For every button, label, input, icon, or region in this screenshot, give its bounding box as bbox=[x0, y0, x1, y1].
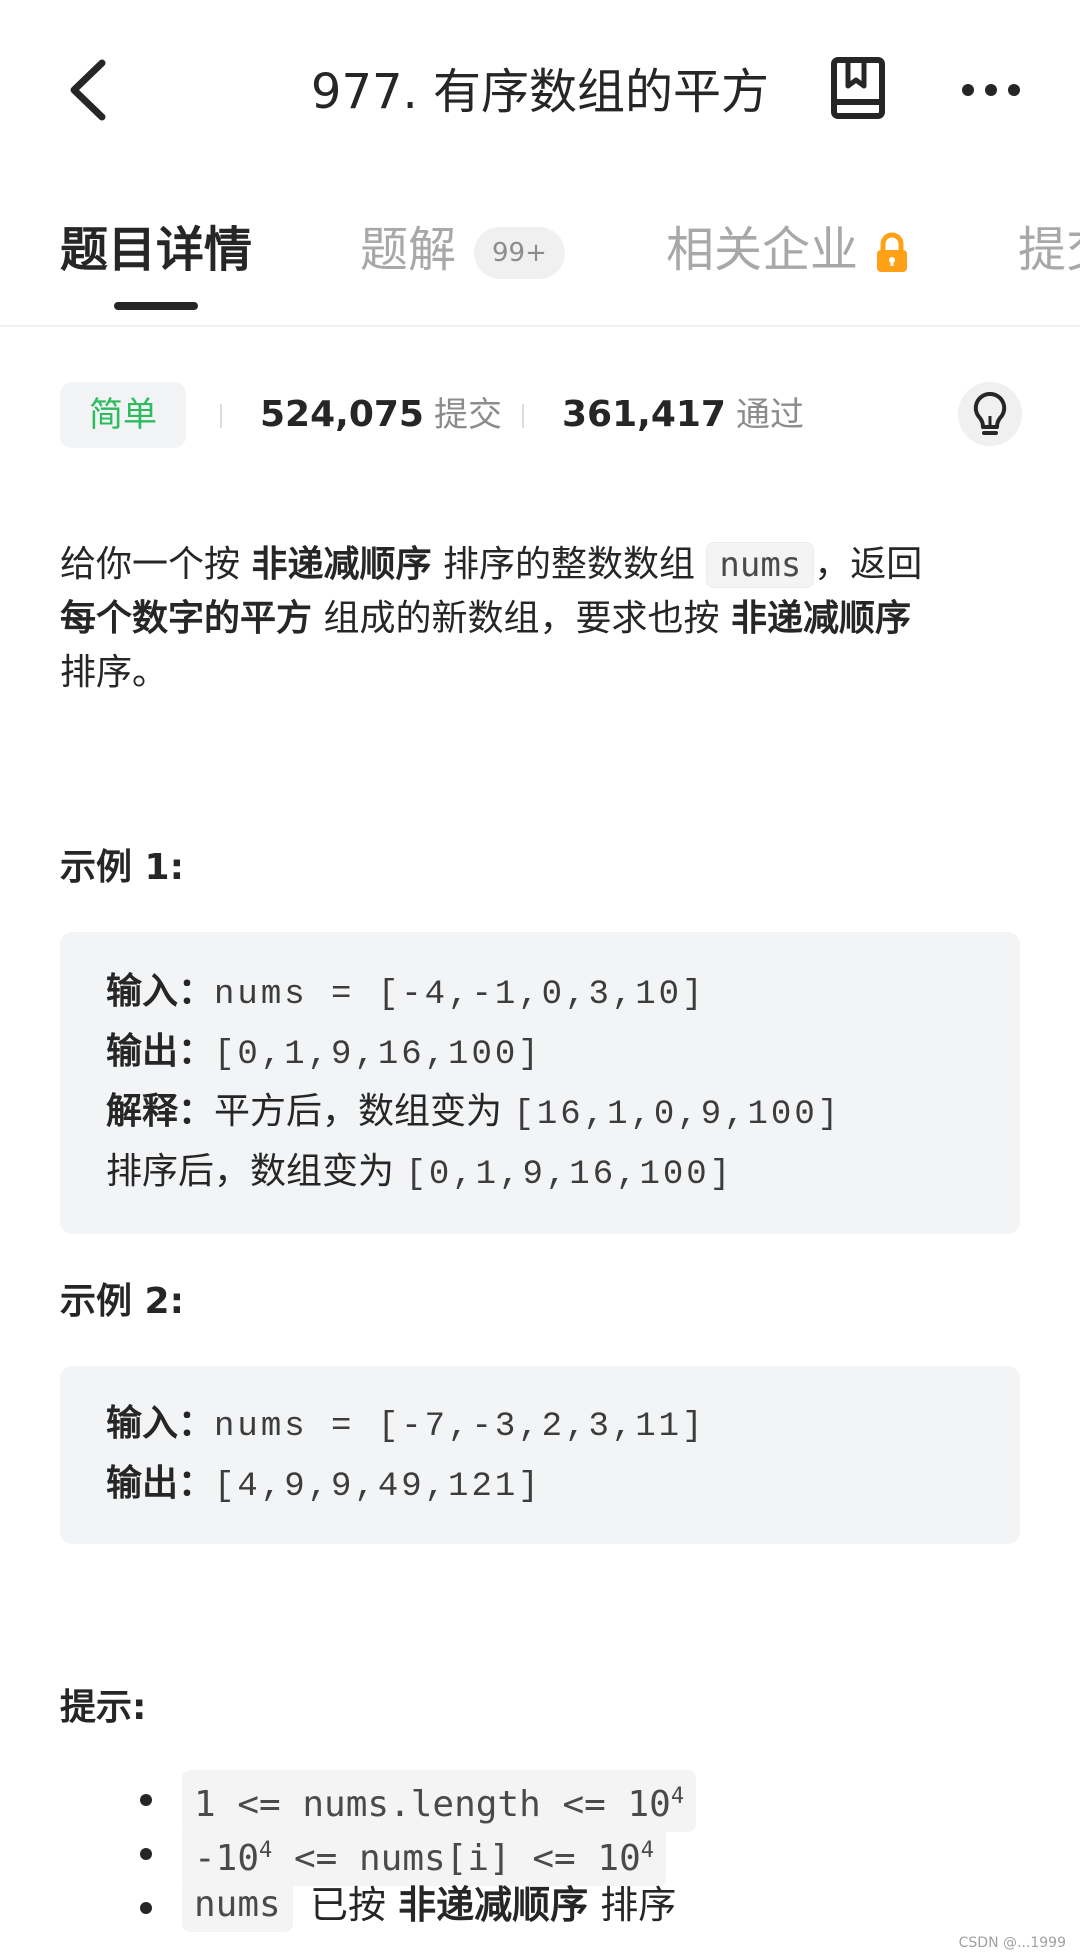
bullet-dot bbox=[140, 1848, 152, 1860]
bullet-dot bbox=[140, 1794, 152, 1806]
tab-bar: 题目详情 题解99+ 相关企业 提交 bbox=[0, 200, 1080, 327]
lock-icon bbox=[877, 232, 908, 272]
example-2-output: 输出：[4,9,9,49,121] bbox=[106, 1463, 542, 1506]
divider bbox=[220, 404, 222, 428]
constraint-text: 已按 非递减顺序 排序 bbox=[310, 1883, 677, 1927]
hint-button[interactable] bbox=[958, 382, 1022, 446]
solutions-count-badge: 99+ bbox=[474, 227, 565, 279]
constraints-title: 提示: bbox=[60, 1687, 147, 1728]
more-options-button[interactable] bbox=[958, 70, 1024, 110]
example-2-input: 输入：nums = [-7,-3,2,3,11] bbox=[106, 1403, 706, 1446]
accepted-count: 361,417 通过 bbox=[562, 394, 804, 435]
watermark: CSDN @...1999 bbox=[958, 1935, 1066, 1951]
example-1-input: 输入：nums = [-4,-1,0,3,10] bbox=[106, 971, 706, 1014]
example-1-title: 示例 1: bbox=[60, 847, 184, 888]
example-1-explanation-2: 排序后，数组变为 [0,1,9,16,100] bbox=[106, 1151, 734, 1194]
example-2-block: 输入：nums = [-7,-3,2,3,11] 输出：[4,9,9,49,12… bbox=[60, 1366, 1020, 1544]
active-tab-indicator bbox=[114, 302, 198, 310]
difficulty-badge: 简单 bbox=[60, 382, 186, 448]
page-title: 977. 有序数组的平方 bbox=[310, 64, 770, 120]
submissions-count: 524,075 提交 bbox=[260, 394, 502, 435]
tab-problem-detail[interactable]: 题目详情 bbox=[60, 220, 252, 280]
constraint-code: -104 <= nums[i] <= 104 bbox=[182, 1824, 666, 1886]
example-1-explanation: 解释：平方后，数组变为 [16,1,0,9,100] bbox=[106, 1091, 842, 1134]
lightbulb-icon bbox=[973, 391, 1007, 435]
solution-book-button[interactable] bbox=[828, 54, 888, 124]
inline-code: nums bbox=[706, 542, 815, 588]
tab-solutions[interactable]: 题解 99+ bbox=[360, 220, 565, 280]
bullet-dot bbox=[140, 1902, 152, 1914]
constraint-code: 1 <= nums.length <= 104 bbox=[182, 1770, 697, 1832]
tab-submissions[interactable]: 提交 bbox=[1018, 220, 1080, 280]
stats-row: 简单 524,075 提交 361,417 通过 bbox=[60, 382, 1022, 448]
book-icon bbox=[831, 57, 885, 119]
tab-related-companies[interactable]: 相关企业 bbox=[666, 220, 910, 280]
example-1-output: 输出：[0,1,9,16,100] bbox=[106, 1031, 542, 1074]
divider bbox=[522, 404, 524, 428]
constraint-code: nums bbox=[182, 1878, 293, 1932]
header-bar: 977. 有序数组的平方 bbox=[0, 0, 1080, 180]
example-2-title: 示例 2: bbox=[60, 1281, 184, 1322]
problem-description: 给你一个按 非递减顺序 排序的整数数组 nums ，返回 每个数字的平方 组成的新… bbox=[60, 542, 923, 693]
more-horizontal-icon bbox=[962, 84, 1020, 96]
example-1-block: 输入：nums = [-4,-1,0,3,10] 输出：[0,1,9,16,10… bbox=[60, 932, 1020, 1234]
